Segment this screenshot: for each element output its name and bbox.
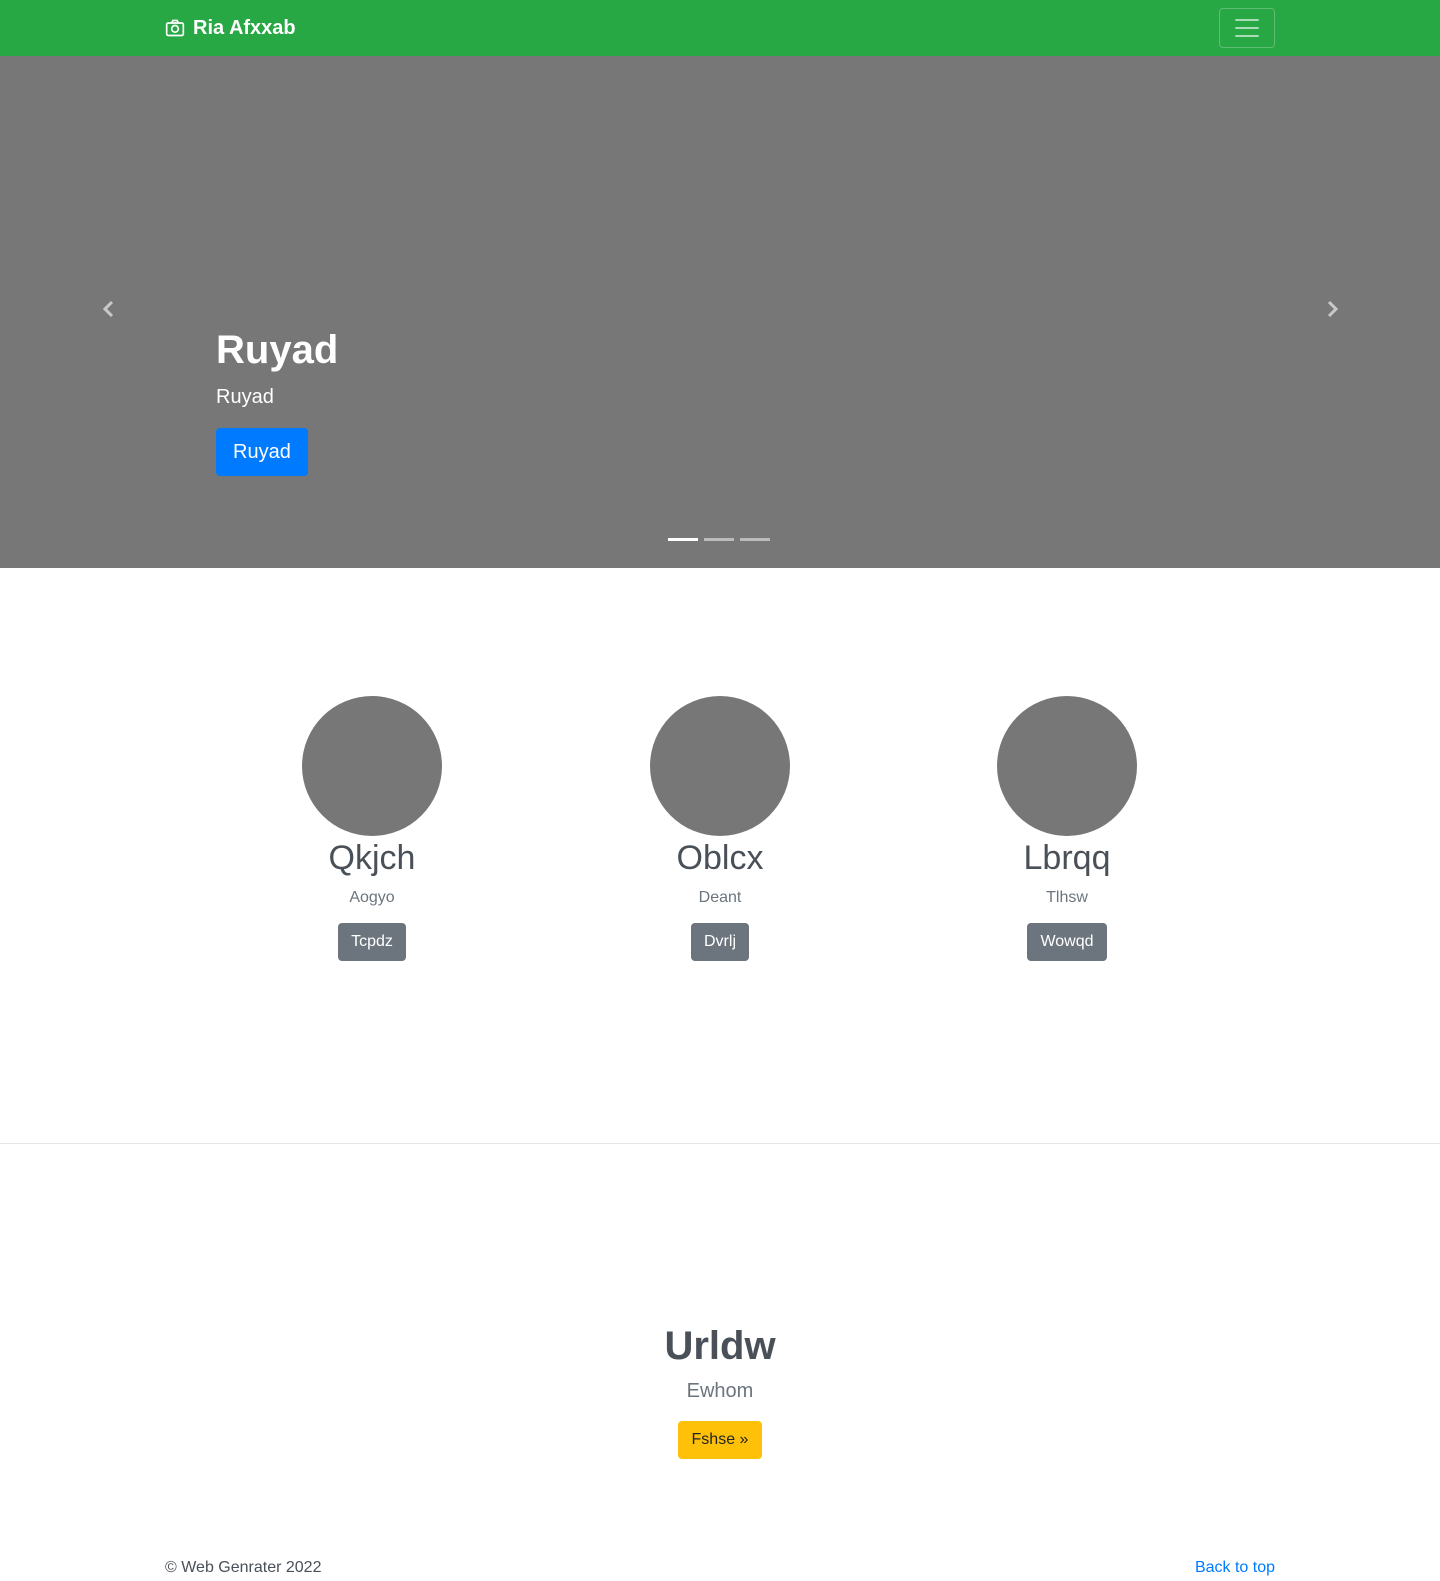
carousel-prev-button[interactable] <box>94 296 124 326</box>
carousel-indicator-3[interactable] <box>740 538 770 541</box>
feature-button[interactable]: Wowqd <box>1027 922 1107 961</box>
hamburger-icon <box>1232 13 1262 43</box>
featurette-button[interactable]: Fshse » <box>677 1421 763 1459</box>
feature-column-1: Qkjch Aogyo Tcpdz <box>202 696 542 961</box>
feature-button[interactable]: Dvrlj <box>691 922 749 961</box>
feature-column-2: Oblcx Deant Dvrlj <box>550 696 890 961</box>
featurette-lead: Ewhom <box>686 1380 754 1402</box>
carousel-indicator-1[interactable] <box>668 538 698 541</box>
featurette-heading: Urldw <box>664 1324 776 1368</box>
camera-icon <box>165 18 185 38</box>
feature-title: Lbrqq <box>1023 839 1111 877</box>
feature-text: Tlhsw <box>1046 888 1088 906</box>
chevron-left-icon <box>99 299 119 324</box>
carousel-caption: Ruyad Ruyad Ruyad <box>216 326 338 476</box>
carousel-cta-button[interactable]: Ruyad <box>216 428 308 476</box>
placeholder-image <box>650 696 790 836</box>
brand-link[interactable]: Ria Afxxab <box>165 14 296 42</box>
feature-text: Deant <box>698 888 742 906</box>
chevron-right-icon <box>1322 299 1342 324</box>
section-divider <box>0 1143 1440 1144</box>
carousel-indicator-2[interactable] <box>704 538 734 541</box>
footer-copyright: © Web Genrater 2022 <box>165 1559 322 1576</box>
feature-title: Qkjch <box>328 839 416 877</box>
back-to-top-link[interactable]: Back to top <box>1195 1559 1275 1577</box>
feature-title: Oblcx <box>676 839 764 877</box>
carousel-subheading: Ruyad <box>216 386 274 408</box>
feature-button[interactable]: Tcpdz <box>338 922 406 961</box>
hero-carousel: Ruyad Ruyad Ruyad <box>0 56 1440 568</box>
carousel-next-button[interactable] <box>1317 296 1347 326</box>
brand-name: Ria Afxxab <box>193 16 296 39</box>
placeholder-image <box>997 696 1137 836</box>
carousel-heading: Ruyad <box>216 328 339 372</box>
feature-text: Aogyo <box>349 888 395 906</box>
placeholder-image <box>302 696 442 836</box>
feature-column-3: Lbrqq Tlhsw Wowqd <box>897 696 1237 961</box>
featurette: Urldw Ewhom Fshse » <box>0 1322 1440 1459</box>
carousel-indicators <box>668 538 770 541</box>
navbar: Ria Afxxab <box>0 0 1440 56</box>
navbar-toggler-button[interactable] <box>1219 8 1275 48</box>
